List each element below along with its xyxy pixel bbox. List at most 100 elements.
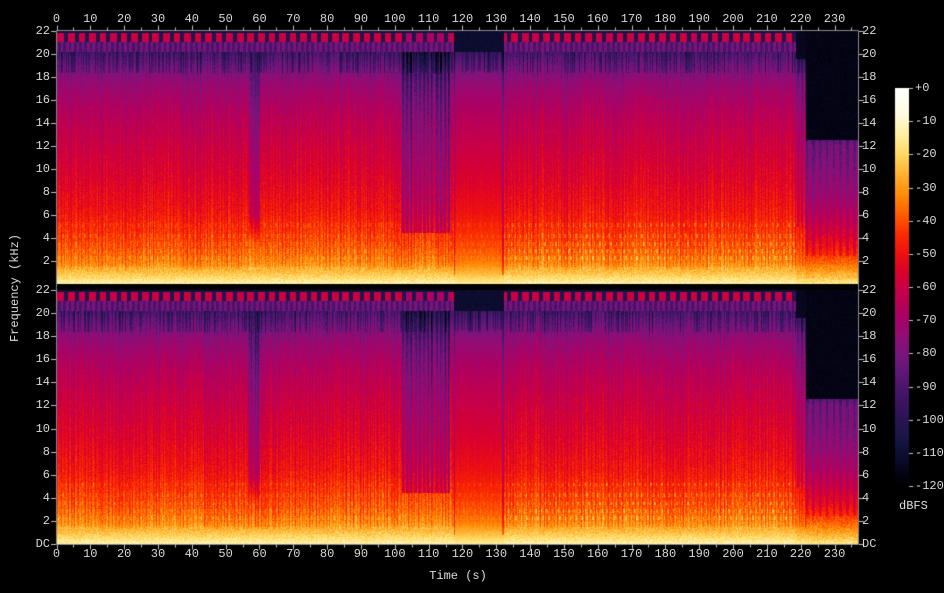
freq-tick-label: 16	[36, 353, 50, 365]
freq-tick-label: 6	[43, 209, 50, 221]
time-tick-label: 60	[252, 548, 266, 560]
time-tick-label: 70	[286, 13, 300, 25]
freq-tick-label: 8	[43, 446, 50, 458]
freq-tick-label: 14	[36, 117, 50, 129]
time-tick-label: 0	[53, 548, 60, 560]
db-tick-label: -80	[915, 347, 937, 359]
time-tick-label: 220	[790, 548, 812, 560]
time-tick-label: 60	[252, 13, 266, 25]
db-tick-label: -100	[915, 414, 944, 426]
time-tick-label: 20	[117, 548, 131, 560]
time-tick-label: 40	[185, 548, 199, 560]
x-axis-title: Time (s)	[429, 569, 487, 583]
time-tick-label: 140	[519, 13, 541, 25]
time-tick-label: 180	[655, 548, 677, 560]
freq-tick-label: 18	[862, 330, 876, 342]
freq-tick-label: 2	[862, 515, 869, 527]
db-tick-label: -40	[915, 215, 937, 227]
freq-tick-label: 10	[36, 423, 50, 435]
freq-tick-label: 6	[862, 469, 869, 481]
time-tick-label: 120	[452, 548, 474, 560]
time-tick-label: 160	[587, 13, 609, 25]
time-tick-label: 200	[722, 13, 744, 25]
freq-tick-label: 2	[862, 255, 869, 267]
time-tick-label: 90	[354, 13, 368, 25]
freq-tick-label: 12	[36, 399, 50, 411]
time-tick-label: 160	[587, 548, 609, 560]
time-tick-label: 230	[824, 13, 846, 25]
freq-tick-label: 2	[43, 255, 50, 267]
time-tick-label: 220	[790, 13, 812, 25]
freq-tick-label: 16	[862, 94, 876, 106]
time-tick-label: 80	[320, 13, 334, 25]
freq-tick-label: 4	[43, 232, 50, 244]
freq-tick-label: DC	[36, 538, 50, 550]
time-tick-label: 190	[688, 13, 710, 25]
freq-tick-label: 18	[36, 71, 50, 83]
time-tick-label: 30	[151, 548, 165, 560]
freq-tick-label: 18	[36, 330, 50, 342]
time-tick-label: 0	[53, 13, 60, 25]
freq-tick-label: 4	[862, 492, 869, 504]
freq-tick-label: 16	[862, 353, 876, 365]
time-tick-label: 30	[151, 13, 165, 25]
time-tick-label: 90	[354, 548, 368, 560]
time-tick-label: 10	[83, 548, 97, 560]
time-tick-label: 110	[418, 13, 440, 25]
freq-tick-label: 6	[862, 209, 869, 221]
freq-tick-label: 6	[43, 469, 50, 481]
time-tick-label: 10	[83, 13, 97, 25]
time-tick-label: 210	[756, 13, 778, 25]
freq-tick-label: 10	[862, 423, 876, 435]
freq-tick-label: 4	[862, 232, 869, 244]
spectrogram-canvas	[0, 0, 944, 593]
freq-tick-label: 8	[862, 186, 869, 198]
time-tick-label: 110	[418, 548, 440, 560]
freq-tick-label: 12	[36, 140, 50, 152]
time-tick-label: 210	[756, 548, 778, 560]
freq-tick-label: 14	[36, 376, 50, 388]
spectrogram-view: 0 0 10 10 20 20 30 30 40 40 50 50 60 60 70 70 80 80 90 90 10…	[0, 0, 944, 593]
freq-tick-label: 12	[862, 140, 876, 152]
freq-tick-label: 16	[36, 94, 50, 106]
time-tick-label: 120	[452, 13, 474, 25]
time-tick-label: 150	[553, 548, 575, 560]
freq-tick-label: 8	[862, 446, 869, 458]
freq-tick-label: 18	[862, 71, 876, 83]
db-tick-label: -70	[915, 314, 937, 326]
freq-tick-label: 12	[862, 399, 876, 411]
db-tick-label: -50	[915, 248, 937, 260]
freq-tick-label: 20	[36, 307, 50, 319]
time-tick-label: 150	[553, 13, 575, 25]
db-tick-label: -90	[915, 381, 937, 393]
freq-tick-label: 10	[862, 163, 876, 175]
time-tick-label: 170	[621, 13, 643, 25]
time-tick-label: 140	[519, 548, 541, 560]
time-tick-label: 130	[485, 13, 507, 25]
db-tick-label: -30	[915, 182, 937, 194]
freq-tick-label: 20	[862, 307, 876, 319]
freq-tick-label: 22	[36, 284, 50, 296]
db-tick-label: +0	[915, 82, 929, 94]
freq-tick-label: 2	[43, 515, 50, 527]
freq-tick-label: 14	[862, 117, 876, 129]
time-tick-label: 70	[286, 548, 300, 560]
db-tick-label: -120	[915, 480, 944, 492]
time-tick-label: 230	[824, 548, 846, 560]
time-tick-label: 80	[320, 548, 334, 560]
freq-tick-label: 20	[36, 48, 50, 60]
time-tick-label: 50	[218, 548, 232, 560]
freq-tick-label: 4	[43, 492, 50, 504]
time-tick-label: 50	[218, 13, 232, 25]
colorbar-unit-label: dBFS	[899, 499, 928, 513]
freq-tick-label: 14	[862, 376, 876, 388]
time-tick-label: 200	[722, 548, 744, 560]
db-tick-label: -20	[915, 148, 937, 160]
time-tick-label: 170	[621, 548, 643, 560]
freq-tick-label: DC	[862, 538, 876, 550]
time-tick-label: 40	[185, 13, 199, 25]
y-axis-title: Frequency (kHz)	[8, 234, 22, 342]
db-tick-label: -10	[915, 115, 937, 127]
time-tick-label: 100	[384, 548, 406, 560]
freq-tick-label: 22	[862, 284, 876, 296]
